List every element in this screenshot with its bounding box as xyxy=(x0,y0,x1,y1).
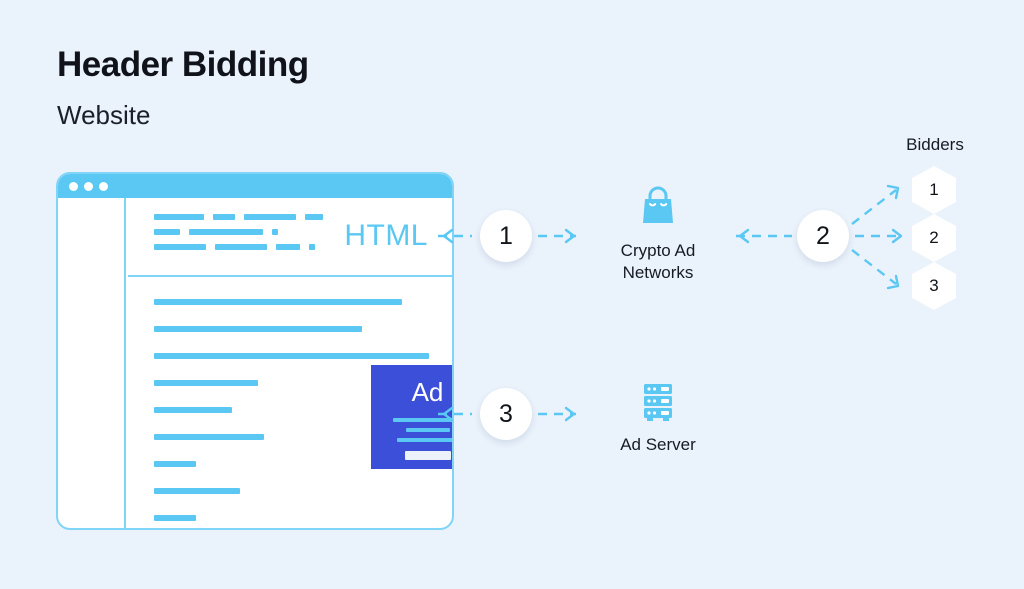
window-dot-icon xyxy=(84,182,93,191)
code-row xyxy=(154,214,323,220)
node-crypto-label-line2: Networks xyxy=(622,263,694,283)
bidder-badge-1[interactable]: 1 xyxy=(912,166,956,214)
browser-content-panel: Ad xyxy=(128,279,452,528)
page-title: Header Bidding xyxy=(57,45,309,84)
step-badge-2[interactable]: 2 xyxy=(797,210,849,262)
step-badge-3[interactable]: 3 xyxy=(480,388,532,440)
browser-window-mock: HTML Ad xyxy=(56,172,454,530)
node-ad-server-label: Ad Server xyxy=(620,435,696,454)
window-dot-icon xyxy=(69,182,78,191)
bidders-title: Bidders xyxy=(906,135,964,154)
content-line xyxy=(154,299,402,305)
node-crypto-label-line1: Crypto Ad xyxy=(620,241,696,260)
content-line xyxy=(154,488,240,494)
content-line xyxy=(154,380,258,386)
code-row xyxy=(154,229,323,235)
browser-titlebar xyxy=(58,174,452,198)
shopping-bag-icon xyxy=(643,186,673,223)
content-line xyxy=(154,326,362,332)
diagram-canvas: Header Bidding Website HTML Ad 1 2 3 Cry… xyxy=(0,0,1024,589)
html-label: HTML xyxy=(344,219,428,252)
code-placeholder-rows xyxy=(154,214,323,259)
browser-sidebar-column xyxy=(58,198,126,528)
ad-placeholder-line xyxy=(392,418,452,422)
content-line xyxy=(154,461,196,467)
ad-label: Ad xyxy=(411,377,444,407)
bidder-badge-2[interactable]: 2 xyxy=(912,214,956,262)
node-ad-server[interactable]: Ad Server xyxy=(578,378,738,456)
page-subtitle: Website xyxy=(57,100,151,130)
window-dot-icon xyxy=(99,182,108,191)
step-badge-1[interactable]: 1 xyxy=(480,210,532,262)
node-crypto-ad-networks[interactable]: Crypto Ad Networks xyxy=(578,182,738,285)
content-line xyxy=(154,515,196,521)
bidder-badge-3[interactable]: 3 xyxy=(912,262,956,310)
ad-placeholder-line xyxy=(396,438,452,442)
content-line xyxy=(154,353,429,359)
node-crypto-label: Crypto Ad Networks xyxy=(578,240,738,285)
ad-cta-button[interactable] xyxy=(404,451,451,460)
ad-slot[interactable]: Ad xyxy=(371,365,452,469)
content-line xyxy=(154,407,232,413)
browser-code-panel: HTML xyxy=(128,198,452,277)
code-row xyxy=(154,244,323,250)
ad-placeholder-line xyxy=(405,428,450,432)
content-line xyxy=(154,434,264,440)
server-rack-icon xyxy=(644,384,672,421)
